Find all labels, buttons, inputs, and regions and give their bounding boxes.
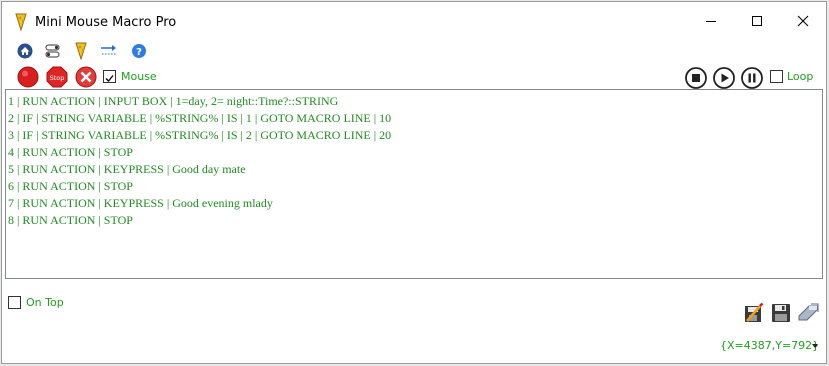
record-icon (17, 66, 39, 88)
record-button[interactable] (17, 66, 39, 88)
macro-editor[interactable]: 1 | RUN ACTION | INPUT BOX | 1=day, 2= n… (5, 89, 823, 279)
save-button[interactable] (770, 302, 792, 324)
pause-circle-icon (741, 67, 763, 89)
play-circle-icon (713, 67, 735, 89)
mouse-checkbox[interactable] (103, 70, 116, 83)
maximize-button[interactable] (734, 2, 780, 40)
macro-line[interactable]: 2 | IF | STRING VARIABLE | %STRING% | IS… (8, 110, 820, 127)
stop-playback-button[interactable] (685, 67, 707, 89)
on-top-label: On Top (26, 296, 64, 309)
eraser-button[interactable] (796, 302, 819, 324)
pause-button[interactable] (741, 67, 763, 89)
mouse-coordinates: {X=4387,Y=792} (720, 339, 820, 352)
macro-line[interactable]: 8 | RUN ACTION | STOP (8, 212, 820, 229)
home-icon (17, 43, 33, 59)
edit-save-icon (745, 302, 764, 322)
svg-text:Stop: Stop (50, 74, 65, 82)
cheese-icon (75, 42, 87, 60)
clear-button[interactable] (75, 66, 97, 88)
edit-file-button[interactable] (743, 302, 765, 324)
transfer-button[interactable] (100, 42, 118, 60)
stop-sign-icon: Stop (46, 66, 68, 88)
loop-checkbox[interactable] (770, 70, 783, 83)
minimize-button[interactable] (688, 2, 734, 40)
window-title: Mini Mouse Macro Pro (35, 15, 177, 30)
macro-line[interactable]: 7 | RUN ACTION | KEYPRESS | Good evening… (8, 195, 820, 212)
checkmark-icon (105, 75, 114, 82)
close-button[interactable] (780, 2, 826, 40)
macro-line[interactable]: 3 | IF | STRING VARIABLE | %STRING% | IS… (8, 127, 820, 144)
help-icon: ? (132, 44, 146, 58)
stop-circle-icon (685, 67, 707, 89)
x-circle-icon (75, 66, 97, 88)
toggle-switches-icon (45, 44, 60, 58)
eraser-icon (798, 303, 819, 321)
maximize-icon (752, 16, 762, 26)
macro-line[interactable]: 4 | RUN ACTION | STOP (8, 144, 820, 161)
mouse-label: Mouse (121, 70, 157, 83)
stop-sign-button[interactable]: Stop (46, 66, 68, 88)
loop-label: Loop (787, 70, 814, 83)
floppy-disk-icon (772, 304, 790, 322)
title-bar: Mini Mouse Macro Pro (2, 2, 826, 40)
macro-line[interactable]: 6 | RUN ACTION | STOP (8, 178, 820, 195)
help-button[interactable]: ? (130, 42, 148, 60)
play-button[interactable] (713, 67, 735, 89)
home-button[interactable] (16, 42, 34, 60)
cheese-app-icon (15, 13, 27, 31)
macro-line[interactable]: 5 | RUN ACTION | KEYPRESS | Good day mat… (8, 161, 820, 178)
arrow-transfer-icon (101, 45, 116, 55)
on-top-checkbox[interactable] (8, 296, 21, 309)
close-icon (797, 15, 809, 27)
settings-toggle-button[interactable] (44, 42, 62, 60)
cheese-button[interactable] (72, 42, 90, 60)
macro-line[interactable]: 1 | RUN ACTION | INPUT BOX | 1=day, 2= n… (8, 93, 820, 110)
svg-text:?: ? (136, 47, 142, 58)
chevron-down-icon[interactable] (811, 342, 819, 350)
minimize-icon (706, 21, 716, 22)
app-window: Mini Mouse Macro Pro ? Stop Mouse Loop 1… (1, 1, 827, 364)
